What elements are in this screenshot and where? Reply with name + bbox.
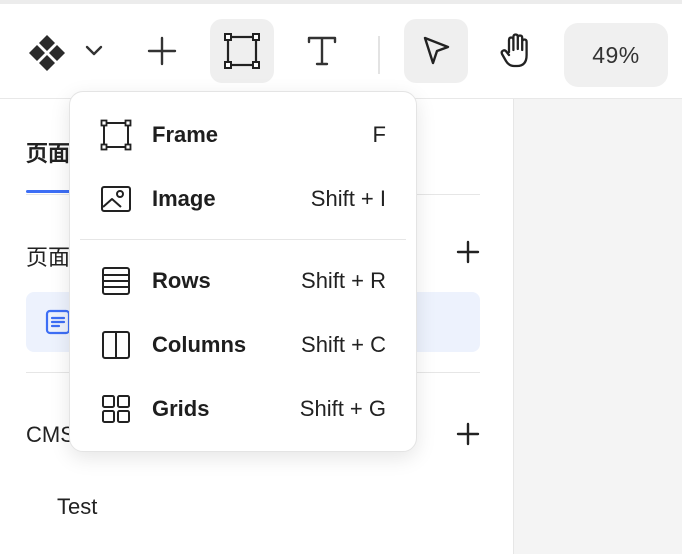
cms-section-label: CMS — [26, 422, 75, 447]
menu-item-shortcut: F — [372, 122, 386, 147]
menu-item-shortcut: Shift + R — [301, 268, 386, 293]
menu-item-label: Grids — [152, 396, 210, 421]
toolbar-divider — [378, 36, 380, 74]
menu-item-frame[interactable]: Frame F — [70, 107, 416, 163]
toolbar: 49% — [0, 4, 682, 98]
menu-item-columns[interactable]: Columns Shift + C — [70, 317, 416, 373]
rows-icon — [102, 267, 130, 295]
menu-item-shortcut: Shift + G — [299, 396, 386, 421]
app-logo-icon[interactable] — [22, 28, 72, 78]
menu-item-image[interactable]: Image Shift + I — [70, 171, 416, 227]
select-tool-button[interactable] — [404, 19, 468, 83]
zoom-level[interactable]: 49% — [564, 23, 668, 87]
menu-item-label: Frame — [152, 122, 219, 147]
add-icon[interactable] — [138, 26, 186, 76]
text-tool-icon[interactable] — [296, 24, 348, 78]
menu-item-rows[interactable]: Rows Shift + R — [70, 253, 416, 309]
pages-section-label: 页面 — [26, 245, 71, 270]
menu-item-shortcut: Shift + C — [301, 332, 386, 357]
tab-pages[interactable]: 页面 — [26, 136, 70, 168]
menu-item-label: Image — [152, 186, 216, 211]
columns-icon — [102, 331, 130, 359]
cursor-icon — [423, 36, 450, 65]
grids-icon — [102, 395, 130, 423]
frame-icon — [224, 33, 260, 69]
menu-item-shortcut: Shift + I — [310, 186, 386, 211]
insert-menu: Frame F Image Shift + I Rows Shift + R C… — [69, 91, 417, 452]
menu-item-grids[interactable]: Grids Shift + G — [70, 381, 416, 437]
page-icon — [45, 309, 71, 335]
cms-item[interactable]: Test — [57, 494, 97, 520]
add-cms-icon[interactable] — [456, 422, 480, 446]
image-icon — [101, 186, 131, 212]
menu-item-label: Columns — [152, 332, 247, 357]
add-page-icon[interactable] — [456, 240, 480, 264]
chevron-down-icon[interactable] — [80, 36, 108, 66]
hand-tool-icon[interactable] — [490, 24, 542, 78]
menu-divider — [80, 239, 406, 240]
canvas-area[interactable] — [513, 99, 682, 554]
active-tab-indicator — [26, 190, 74, 193]
menu-item-label: Rows — [152, 268, 211, 293]
frame-tool-button[interactable] — [210, 19, 274, 83]
frame-icon — [100, 119, 132, 151]
